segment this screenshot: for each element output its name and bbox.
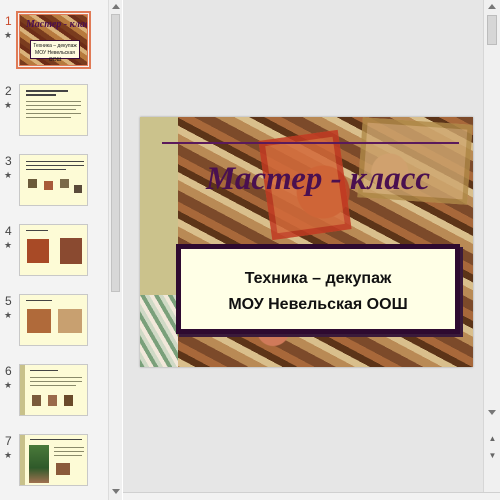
current-slide[interactable]: Мастер - класс Техника – декупаж МОУ Нев… xyxy=(140,117,473,367)
animation-star-icon: ★ xyxy=(4,310,13,320)
thumbnail-text-line xyxy=(26,169,66,170)
thumbnail-image xyxy=(56,463,70,475)
animation-star-icon: ★ xyxy=(4,380,13,390)
animation-star-icon: ★ xyxy=(4,240,13,250)
thumbnail-text-line xyxy=(54,447,84,448)
thumbnail-scrollbar[interactable] xyxy=(108,0,122,500)
thumbnail-text-line xyxy=(26,105,81,106)
animation-star-icon: ★ xyxy=(4,450,13,460)
slide-number: 1 xyxy=(5,14,12,28)
scroll-up-arrow-icon[interactable] xyxy=(488,4,496,9)
thumbnail-text-line xyxy=(54,455,82,456)
thumbnail-image xyxy=(32,395,41,406)
thumbnail-image xyxy=(29,445,49,483)
animation-star-icon: ★ xyxy=(4,170,13,180)
thumbnail-text-line xyxy=(26,109,76,110)
slide-thumbnail-pane: 1 ★ Мастер - класс Техника – декупаж МОУ… xyxy=(0,0,122,500)
slide-thumbnail-6[interactable] xyxy=(19,364,88,416)
thumbnail-text-line xyxy=(26,161,84,162)
animation-star-icon: ★ xyxy=(4,30,13,40)
editor-vertical-scrollbar[interactable]: ▲ ▼ xyxy=(483,0,500,492)
thumbnail-heading-line xyxy=(26,300,52,301)
thumbnail-heading-line xyxy=(26,230,48,231)
thumbnail-image xyxy=(60,238,82,264)
thumbnail-subtitle-line1: Техника – декупаж xyxy=(33,43,77,49)
slide-thumbnail-3[interactable] xyxy=(19,154,88,206)
slide-subtitle-line1: Техника – декупаж xyxy=(244,270,392,287)
slide-thumbnail-row-6[interactable]: 6 ★ xyxy=(0,364,108,424)
thumbnail-image xyxy=(58,309,82,333)
thumbnail-image xyxy=(27,239,49,263)
scroll-down-arrow-icon[interactable] xyxy=(488,410,496,415)
slide-title-rule xyxy=(162,142,459,144)
thumbnail-side-band xyxy=(20,365,25,415)
slide-thumbnail-row-4[interactable]: 4 ★ xyxy=(0,224,108,284)
thumbnail-text-line xyxy=(30,381,82,382)
thumbnail-image xyxy=(64,395,73,406)
slide-thumbnail-row-2[interactable]: 2 ★ xyxy=(0,84,108,144)
slide-number: 6 xyxy=(5,364,12,378)
double-up-arrow-icon: ▲ xyxy=(488,434,497,443)
slide-number: 5 xyxy=(5,294,12,308)
thumbnail-heading-line xyxy=(26,94,56,96)
thumbnail-text-line xyxy=(54,451,84,452)
slide-corner-image xyxy=(140,295,178,367)
slide-thumbnail-5[interactable] xyxy=(19,294,88,346)
slide-number: 2 xyxy=(5,84,12,98)
thumbnail-text-line xyxy=(26,165,84,166)
thumbnail-title: Мастер - класс xyxy=(26,19,88,30)
double-down-arrow-icon: ▼ xyxy=(488,451,497,460)
thumbnail-side-band xyxy=(20,435,25,485)
slide-thumbnail-row-5[interactable]: 5 ★ xyxy=(0,294,108,354)
thumbnail-image xyxy=(60,179,69,188)
thumbnail-heading-line xyxy=(26,90,68,92)
editor-bottom-bar xyxy=(123,492,500,500)
slide-thumbnail-2[interactable] xyxy=(19,84,88,136)
thumbnail-text-line xyxy=(26,101,81,102)
next-slide-button[interactable]: ▼ xyxy=(487,452,498,468)
thumbnail-image xyxy=(44,181,53,190)
previous-slide-button[interactable]: ▲ xyxy=(487,435,498,451)
thumbnail-image xyxy=(27,309,51,333)
thumbnail-text-line xyxy=(26,117,71,118)
thumbnail-image xyxy=(74,185,82,193)
animation-star-icon: ★ xyxy=(4,100,13,110)
slide-number: 4 xyxy=(5,224,12,238)
thumbnail-text-line xyxy=(30,377,82,378)
thumbnail-heading-line xyxy=(30,370,58,371)
slide-number: 7 xyxy=(5,434,12,448)
slide-subtitle-box[interactable]: Техника – декупаж МОУ Невельская ООШ xyxy=(176,244,460,334)
slide-thumbnail-row-7[interactable]: 7 ★ xyxy=(0,434,108,494)
slide-subtitle-line2: МОУ Невельская ООШ xyxy=(228,296,408,313)
slide-thumbnail-row-1[interactable]: 1 ★ Мастер - класс Техника – декупаж МОУ… xyxy=(0,11,108,74)
scroll-down-arrow-icon[interactable] xyxy=(112,489,120,494)
scrollbar-thumb[interactable] xyxy=(111,14,120,292)
slide-thumbnail-row-3[interactable]: 3 ★ xyxy=(0,154,108,214)
thumbnail-text-line xyxy=(26,113,81,114)
scroll-up-arrow-icon[interactable] xyxy=(112,4,120,9)
thumbnail-heading-line xyxy=(30,439,82,440)
thumbnail-image xyxy=(28,179,37,188)
slide-thumbnail-7[interactable] xyxy=(19,434,88,486)
slide-number: 3 xyxy=(5,154,12,168)
thumbnail-text-line xyxy=(30,385,76,386)
slide-thumbnail-1[interactable]: Мастер - класс Техника – декупаж МОУ Нев… xyxy=(16,11,91,69)
slide-title[interactable]: Мастер - класс xyxy=(168,161,468,198)
scrollbar-thumb[interactable] xyxy=(487,15,497,45)
slide-thumbnail-4[interactable] xyxy=(19,224,88,276)
thumbnail-subtitle-box: Техника – декупаж МОУ Невельская ООШ xyxy=(30,40,80,63)
thumbnail-image xyxy=(48,395,57,406)
